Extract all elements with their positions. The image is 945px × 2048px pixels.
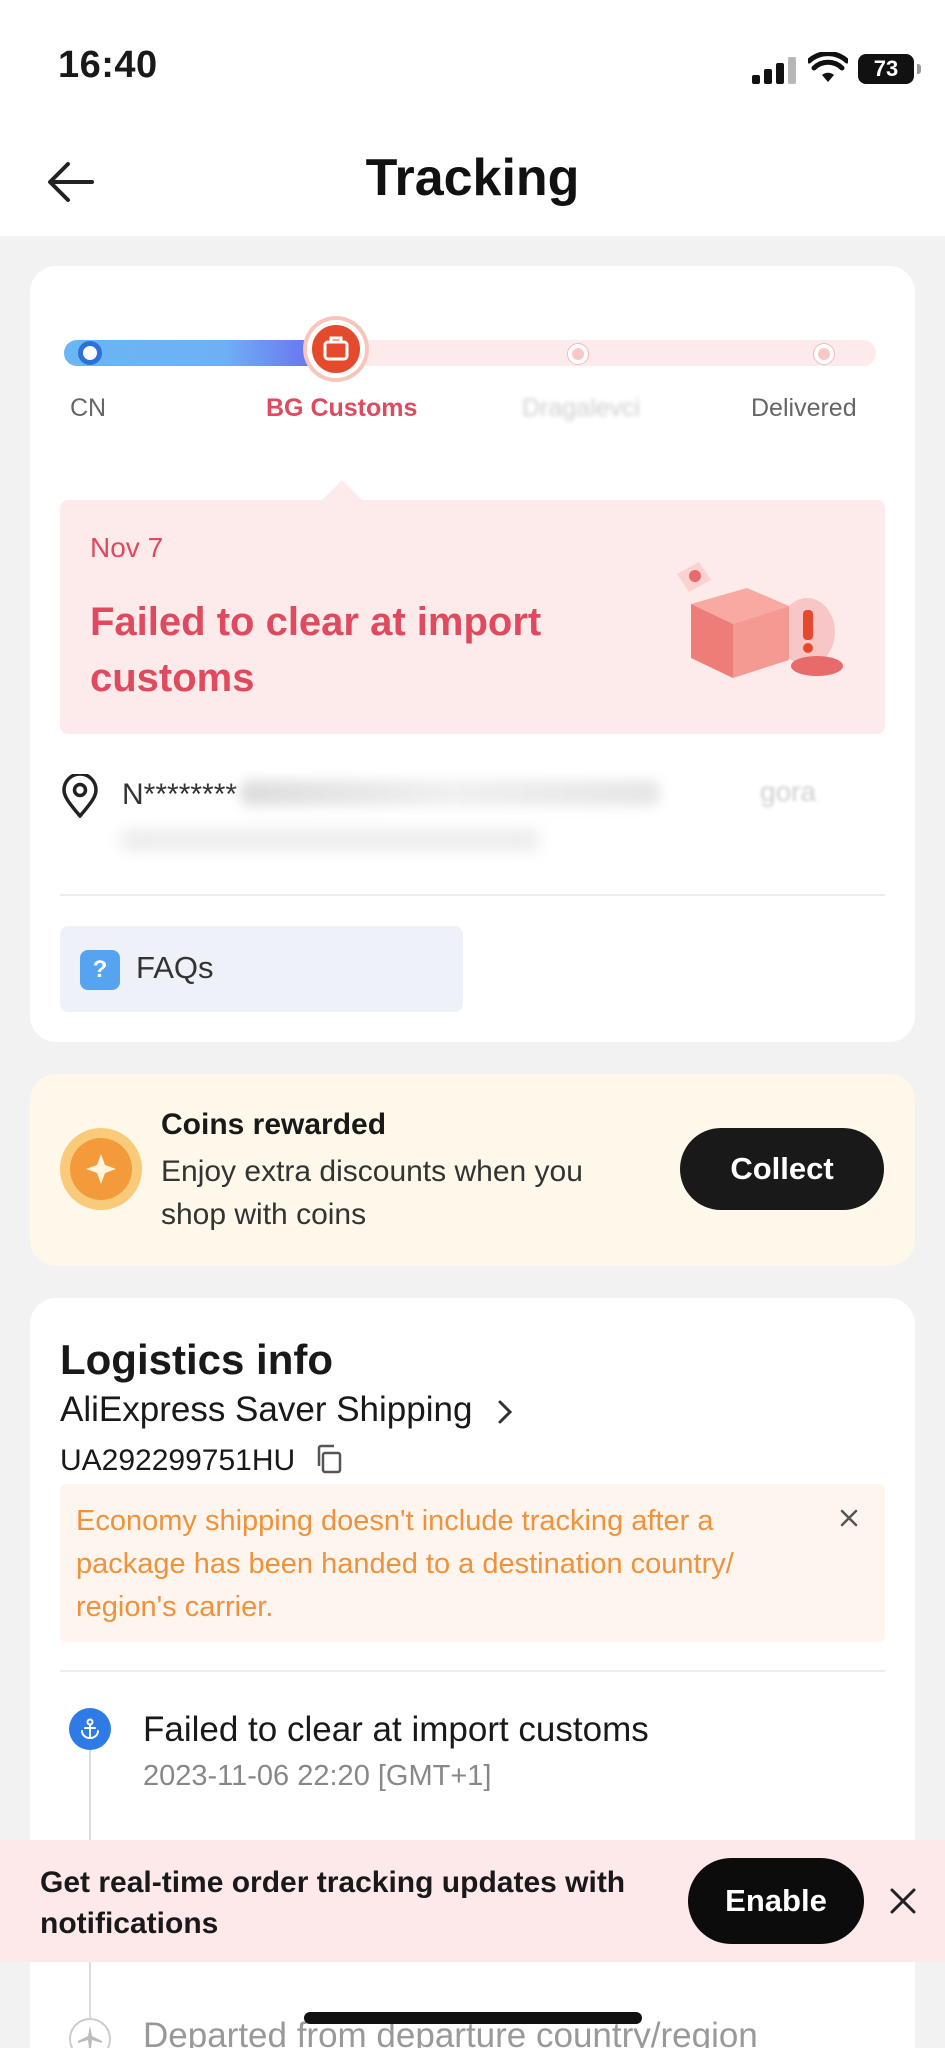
status-date: Nov 7 bbox=[90, 532, 164, 563]
battery-icon: 73 bbox=[858, 54, 921, 84]
notice-text: Economy shipping doesn't include trackin… bbox=[76, 1505, 734, 1623]
step-label-current: BG Customs bbox=[266, 394, 418, 422]
divider bbox=[60, 1670, 885, 1672]
step-label-origin: CN bbox=[70, 394, 107, 422]
address-redacted bbox=[120, 828, 540, 852]
faq-button[interactable]: ? FAQs bbox=[60, 926, 463, 1012]
carrier-name: AliExpress Saver Shipping bbox=[60, 1390, 473, 1429]
help-icon: ? bbox=[80, 950, 120, 990]
step-label-delivered: Delivered bbox=[751, 394, 857, 422]
status-box: Nov 7 Failed to clear at import customs bbox=[60, 480, 885, 734]
page-title: Tracking bbox=[365, 149, 580, 207]
coins-title: Coins rewarded bbox=[161, 1108, 387, 1141]
airplane-icon bbox=[69, 2018, 111, 2048]
delivery-address: N******** gora bbox=[60, 772, 885, 862]
header: Tracking bbox=[0, 130, 945, 236]
close-icon[interactable] bbox=[837, 1506, 861, 1530]
home-indicator bbox=[304, 2012, 642, 2024]
step-label-city: Dragalevci bbox=[522, 394, 641, 422]
chevron-right-icon bbox=[498, 1400, 513, 1424]
step-dot-future bbox=[814, 344, 834, 364]
status-title: Failed to clear at import customs bbox=[90, 600, 542, 700]
timeline-event-time: 2023-11-06 22:20 [GMT+1] bbox=[143, 1760, 492, 1792]
timeline-event-title: Failed to clear at import customs bbox=[143, 1710, 649, 1749]
address-text: N******** bbox=[122, 778, 238, 811]
coin-icon bbox=[60, 1128, 142, 1210]
step-dot-origin bbox=[78, 341, 102, 365]
tracking-number: UA292299751HU bbox=[60, 1444, 296, 1477]
carrier-link[interactable]: AliExpress Saver Shipping bbox=[60, 1390, 514, 1430]
signal-icon bbox=[752, 56, 796, 84]
close-icon[interactable] bbox=[888, 1886, 918, 1916]
status-time: 16:40 bbox=[58, 44, 158, 86]
progress-track bbox=[64, 340, 876, 366]
coins-reward-card: Coins rewarded Enjoy extra discounts whe… bbox=[30, 1074, 915, 1266]
package-icon bbox=[323, 336, 349, 361]
step-dot-future bbox=[568, 344, 588, 364]
address-tail: gora bbox=[760, 776, 817, 807]
address-redacted bbox=[240, 780, 660, 806]
tracking-progress-card: CN BG Customs Dragalevci Delivered Nov 7… bbox=[30, 266, 915, 1042]
anchor-icon bbox=[69, 1708, 111, 1750]
faq-label: FAQs bbox=[136, 950, 214, 985]
step-dot-current bbox=[307, 320, 365, 378]
package-warning-illustration bbox=[677, 562, 843, 678]
copy-icon[interactable] bbox=[314, 1444, 344, 1474]
location-pin-icon bbox=[62, 774, 98, 818]
wifi-icon bbox=[808, 52, 848, 82]
logistics-title: Logistics info bbox=[60, 1336, 333, 1383]
status-bar: 16:40 73 bbox=[0, 0, 945, 130]
tracking-notice: Economy shipping doesn't include trackin… bbox=[60, 1484, 885, 1642]
tracking-number-row: UA292299751HU bbox=[60, 1444, 344, 1478]
notification-text: Get real-time order tracking updates wit… bbox=[40, 1866, 626, 1940]
coins-description: Enjoy extra discounts when you shop with… bbox=[161, 1155, 583, 1231]
enable-notifications-button[interactable]: Enable bbox=[688, 1858, 864, 1944]
notification-banner: Get real-time order tracking updates wit… bbox=[0, 1840, 945, 1962]
collect-button[interactable]: Collect bbox=[680, 1128, 884, 1210]
divider bbox=[60, 894, 885, 896]
